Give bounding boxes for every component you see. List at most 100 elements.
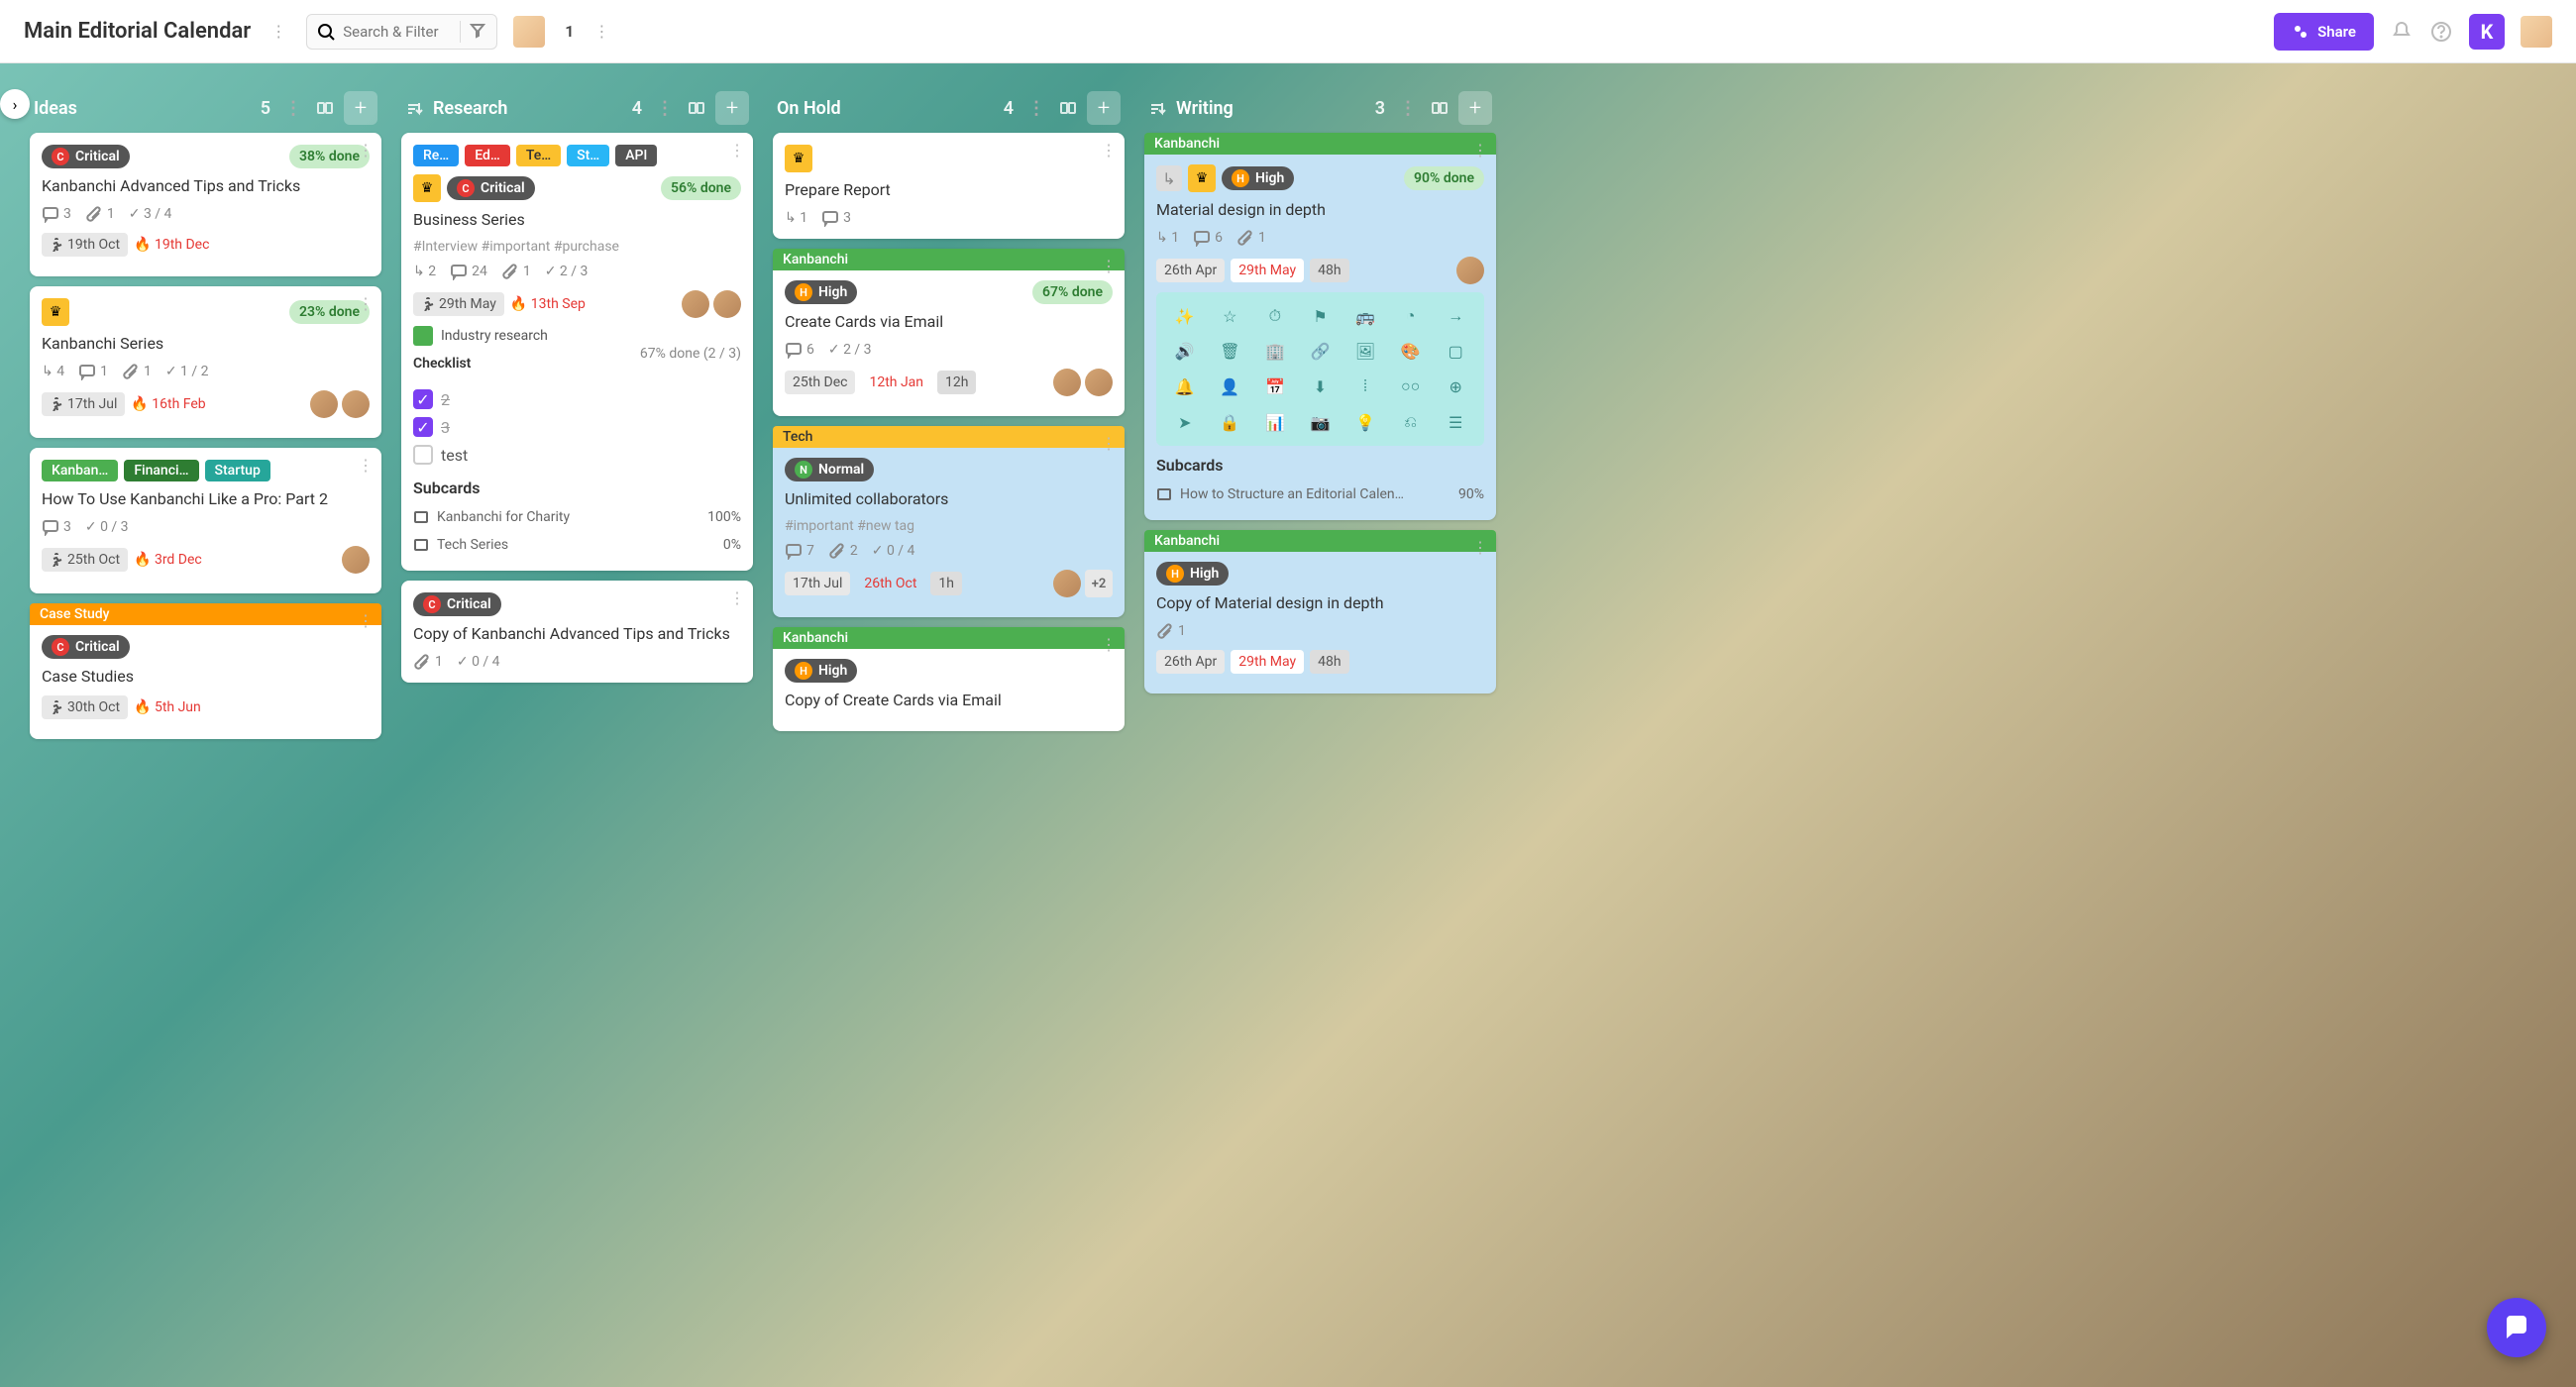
- assignee-avatar[interactable]: [310, 390, 338, 418]
- attachment-row[interactable]: Industry research: [413, 326, 741, 346]
- picker-icon[interactable]: ◔: [1396, 306, 1426, 326]
- column-menu-icon[interactable]: ⋮: [280, 94, 306, 123]
- card-menu-icon[interactable]: ⋮: [358, 294, 374, 313]
- picker-icon[interactable]: →: [1441, 306, 1470, 326]
- picker-icon[interactable]: 💡: [1350, 412, 1380, 432]
- assignee-avatar[interactable]: [1085, 369, 1113, 396]
- picker-icon[interactable]: ➤: [1170, 412, 1200, 432]
- assignee-avatar[interactable]: [342, 546, 370, 574]
- picker-icon[interactable]: ✨: [1170, 306, 1200, 326]
- checklist-item[interactable]: ✓2: [413, 385, 741, 413]
- share-button[interactable]: Share: [2274, 13, 2374, 51]
- assignee-avatar[interactable]: [713, 290, 741, 318]
- help-icon[interactable]: [2429, 20, 2453, 44]
- picker-icon[interactable]: 📷: [1306, 412, 1336, 432]
- card[interactable]: Kanbanchi⋮High67% doneCreate Cards via E…: [773, 249, 1125, 416]
- search-box[interactable]: [306, 14, 497, 50]
- card-tag[interactable]: St…: [567, 145, 609, 166]
- card[interactable]: ⋮Re…Ed…Te…St…API♛Critical56% doneBusines…: [401, 133, 753, 571]
- assignee-avatar[interactable]: [1053, 369, 1081, 396]
- assignee-avatar[interactable]: [682, 290, 709, 318]
- assignee-avatar[interactable]: [342, 390, 370, 418]
- view-icon[interactable]: [1059, 99, 1077, 117]
- picker-icon[interactable]: 🖼: [1350, 342, 1380, 361]
- card-tag[interactable]: API: [615, 145, 657, 166]
- picker-icon[interactable]: 👤: [1216, 376, 1245, 396]
- column-menu-icon[interactable]: ⋮: [652, 94, 678, 123]
- column-menu-icon[interactable]: ⋮: [1395, 94, 1421, 123]
- picker-icon[interactable]: ⊕: [1441, 376, 1470, 396]
- card[interactable]: ⋮CriticalCopy of Kanbanchi Advanced Tips…: [401, 581, 753, 683]
- picker-icon[interactable]: 📊: [1260, 412, 1290, 432]
- assignee-more[interactable]: +2: [1085, 570, 1113, 597]
- bell-icon[interactable]: [2390, 20, 2414, 44]
- checklist-item[interactable]: ✓3: [413, 413, 741, 441]
- card-tag[interactable]: Te…: [516, 145, 561, 166]
- picker-icon[interactable]: ☆: [1216, 306, 1245, 326]
- checklist-item[interactable]: test: [413, 441, 741, 469]
- card-menu-icon[interactable]: ⋮: [358, 611, 374, 630]
- filter-icon[interactable]: [460, 21, 486, 43]
- card[interactable]: Kanbanchi⋮HighCopy of Create Cards via E…: [773, 627, 1125, 731]
- add-card-button[interactable]: +: [1458, 91, 1492, 125]
- card-tag[interactable]: Startup: [205, 460, 270, 481]
- picker-icon[interactable]: 📅: [1260, 376, 1290, 396]
- card-menu-icon[interactable]: ⋮: [729, 141, 745, 160]
- user-avatar[interactable]: [2521, 16, 2552, 48]
- card[interactable]: Kanbanchi⋮↳♛High90% doneMaterial design …: [1144, 133, 1496, 520]
- card-menu-icon[interactable]: ⋮: [358, 456, 374, 475]
- assignee-avatar[interactable]: [1456, 257, 1484, 284]
- search-input[interactable]: [343, 23, 452, 41]
- board-menu-icon[interactable]: ⋮: [267, 18, 290, 45]
- subcard-item[interactable]: How to Structure an Editorial Calen…90%: [1156, 480, 1484, 508]
- add-card-button[interactable]: +: [715, 91, 749, 125]
- card-menu-icon[interactable]: ⋮: [1472, 141, 1488, 160]
- checkbox[interactable]: ✓: [413, 389, 433, 409]
- card[interactable]: ⋮♛Prepare Report↳ 13: [773, 133, 1125, 239]
- picker-icon[interactable]: 🗑: [1216, 342, 1245, 361]
- picker-icon[interactable]: 🔒: [1216, 412, 1245, 432]
- card-tag[interactable]: Re…: [413, 145, 459, 166]
- picker-icon[interactable]: ⚑: [1306, 306, 1336, 326]
- picker-icon[interactable]: ⦙: [1350, 376, 1380, 396]
- picker-icon[interactable]: ⬇: [1306, 376, 1336, 396]
- picker-icon[interactable]: 🔔: [1170, 376, 1200, 396]
- subcard-item[interactable]: Tech Series0%: [413, 531, 741, 559]
- card-menu-icon[interactable]: ⋮: [1101, 434, 1117, 453]
- checkbox[interactable]: ✓: [413, 417, 433, 437]
- view-icon[interactable]: [316, 99, 334, 117]
- assignee-avatar[interactable]: [1053, 570, 1081, 597]
- card-tag[interactable]: Financi…: [124, 460, 198, 481]
- sort-icon[interactable]: [405, 99, 423, 117]
- card[interactable]: ⋮Kanban…Financi…StartupHow To Use Kanban…: [30, 448, 381, 593]
- picker-icon[interactable]: 🔊: [1170, 342, 1200, 361]
- picker-icon[interactable]: ☰: [1441, 412, 1470, 432]
- chat-fab[interactable]: [2487, 1298, 2546, 1357]
- card[interactable]: Tech⋮NormalUnlimited collaborators#impor…: [773, 426, 1125, 617]
- member-avatar[interactable]: [513, 16, 545, 48]
- card[interactable]: Kanbanchi⋮HighCopy of Material design in…: [1144, 530, 1496, 694]
- sort-icon[interactable]: [1148, 99, 1166, 117]
- card-menu-icon[interactable]: ⋮: [1101, 257, 1117, 275]
- picker-icon[interactable]: ▢: [1441, 342, 1470, 361]
- expand-sidebar-button[interactable]: ›: [0, 89, 30, 119]
- member-menu-icon[interactable]: ⋮: [590, 18, 613, 45]
- card[interactable]: ⋮♛23% doneKanbanchi Series↳ 411✓ 1 / 217…: [30, 286, 381, 438]
- card-menu-icon[interactable]: ⋮: [1101, 635, 1117, 654]
- checkbox[interactable]: [413, 445, 433, 465]
- picker-icon[interactable]: 🎨: [1396, 342, 1426, 361]
- card-menu-icon[interactable]: ⋮: [1101, 141, 1117, 160]
- column-menu-icon[interactable]: ⋮: [1023, 94, 1049, 123]
- card-menu-icon[interactable]: ⋮: [729, 588, 745, 607]
- card-tag[interactable]: Ed…: [465, 145, 510, 166]
- card[interactable]: ⋮Critical38% doneKanbanchi Advanced Tips…: [30, 133, 381, 276]
- card-menu-icon[interactable]: ⋮: [1472, 538, 1488, 557]
- add-card-button[interactable]: +: [1087, 91, 1121, 125]
- view-icon[interactable]: [1431, 99, 1449, 117]
- picker-icon[interactable]: 🏢: [1260, 342, 1290, 361]
- add-card-button[interactable]: +: [344, 91, 377, 125]
- card-tag[interactable]: Kanban…: [42, 460, 118, 481]
- picker-icon[interactable]: ○○: [1396, 376, 1426, 396]
- picker-icon[interactable]: ⎌: [1396, 412, 1426, 432]
- picker-icon[interactable]: ⏱: [1260, 306, 1290, 326]
